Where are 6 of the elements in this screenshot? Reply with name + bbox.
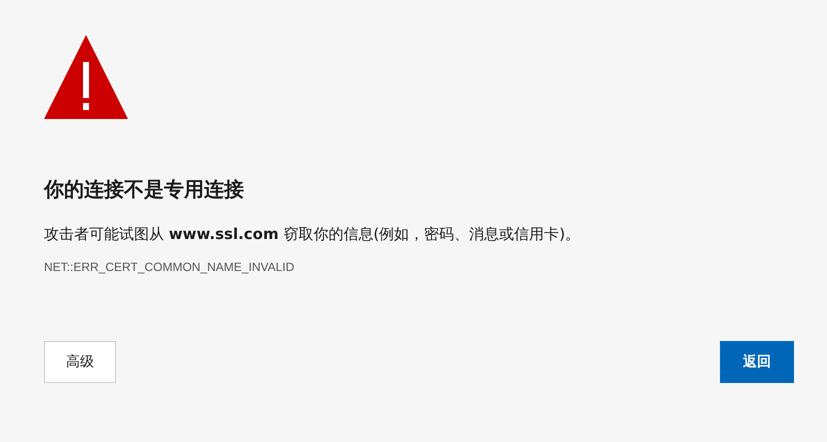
error-code: NET::ERR_CERT_COMMON_NAME_INVALID [44,259,294,275]
back-button[interactable]: 返回 [720,341,794,383]
error-heading: 你的连接不是专用连接 [44,176,244,203]
error-message: 攻击者可能试图从 www.ssl.com 窃取你的信息(例如，密码、消息或信用卡)。 [44,224,580,245]
warning-icon [44,35,128,119]
advanced-button[interactable]: 高级 [44,341,116,383]
